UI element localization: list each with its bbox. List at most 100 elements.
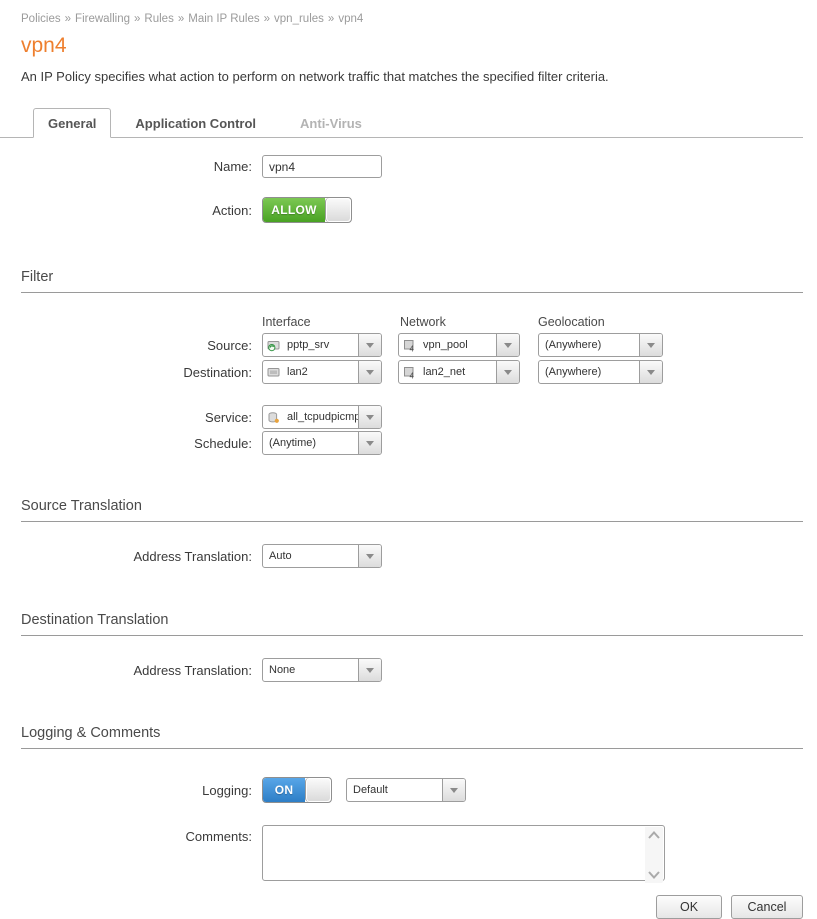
logging-label: Logging: bbox=[202, 782, 252, 798]
chevron-down-icon[interactable] bbox=[358, 545, 381, 567]
filter-column-headers: Interface Network Geolocation bbox=[262, 315, 817, 329]
source-row: Source: pptp_srv 4 vpn_pool (Anywhere) bbox=[0, 333, 817, 357]
dropdown-value: lan2 bbox=[287, 366, 308, 378]
comments-row: Comments: bbox=[0, 825, 817, 886]
source-address-translation-row: Address Translation: Auto bbox=[0, 544, 817, 568]
breadcrumb: Policies» Firewalling» Rules» Main IP Rules… bbox=[21, 13, 817, 25]
breadcrumb-item-policies[interactable]: Policies bbox=[21, 13, 61, 25]
service-dropdown[interactable]: all_tcpudpicmp bbox=[262, 405, 382, 429]
logging-toggle[interactable]: ON bbox=[262, 777, 332, 803]
dropdown-value: (Anywhere) bbox=[545, 339, 602, 351]
ipv4-network-icon: 4 bbox=[403, 339, 416, 352]
chevron-down-icon[interactable] bbox=[442, 779, 465, 801]
breadcrumb-separator: » bbox=[263, 13, 271, 25]
column-header-geolocation: Geolocation bbox=[538, 315, 605, 329]
svg-text:4: 4 bbox=[410, 344, 415, 352]
ipv4-network-icon: 4 bbox=[403, 366, 416, 379]
comments-label: Comments: bbox=[185, 829, 252, 844]
page-description: An IP Policy specifies what action to pe… bbox=[21, 69, 609, 84]
destination-address-translation-row: Address Translation: None bbox=[0, 658, 817, 682]
svg-text:4: 4 bbox=[410, 371, 415, 379]
filter-section-heading: Filter bbox=[21, 269, 803, 293]
column-header-network: Network bbox=[400, 315, 446, 329]
destination-translation-heading: Destination Translation bbox=[21, 612, 803, 636]
breadcrumb-item-main-ip-rules[interactable]: Main IP Rules bbox=[188, 13, 259, 25]
dropdown-value: lan2_net bbox=[423, 366, 466, 378]
source-label: Source: bbox=[207, 337, 252, 353]
destination-address-translation-dropdown[interactable]: None bbox=[262, 658, 382, 682]
action-toggle-label: ALLOW bbox=[263, 198, 325, 222]
source-interface-dropdown[interactable]: pptp_srv bbox=[262, 333, 382, 357]
interface-icon bbox=[267, 339, 280, 352]
logging-level-dropdown[interactable]: Default bbox=[346, 778, 466, 802]
tab-anti-virus: Anti-Virus bbox=[300, 116, 362, 131]
logging-row: Logging: ON Default bbox=[0, 777, 817, 803]
breadcrumb-item-vpn4: vpn4 bbox=[338, 13, 364, 25]
service-icon bbox=[267, 411, 280, 424]
chevron-down-icon[interactable] bbox=[358, 659, 381, 681]
schedule-row: Schedule: (Anytime) bbox=[0, 431, 817, 455]
breadcrumb-separator: » bbox=[327, 13, 335, 25]
tab-general[interactable]: General bbox=[33, 108, 112, 138]
destination-network-dropdown[interactable]: 4 lan2_net bbox=[398, 360, 520, 384]
breadcrumb-item-firewalling[interactable]: Firewalling bbox=[75, 13, 130, 25]
destination-row: Destination: lan2 4 lan2_net (Anywhere) bbox=[0, 360, 817, 384]
toggle-knob[interactable] bbox=[305, 778, 331, 802]
breadcrumb-item-vpn-rules[interactable]: vpn_rules bbox=[274, 13, 324, 25]
ok-button[interactable]: OK bbox=[656, 895, 722, 919]
page-title: vpn4 bbox=[21, 34, 67, 57]
interface-icon bbox=[267, 366, 280, 379]
breadcrumb-separator: » bbox=[134, 13, 141, 25]
chevron-down-icon[interactable] bbox=[648, 871, 660, 879]
schedule-label: Schedule: bbox=[194, 435, 252, 451]
source-address-translation-dropdown[interactable]: Auto bbox=[262, 544, 382, 568]
name-input[interactable] bbox=[262, 155, 382, 178]
dropdown-value: None bbox=[269, 664, 296, 676]
schedule-dropdown[interactable]: (Anytime) bbox=[262, 431, 382, 455]
chevron-down-icon[interactable] bbox=[358, 334, 381, 356]
chevron-down-icon[interactable] bbox=[639, 334, 662, 356]
chevron-down-icon[interactable] bbox=[496, 361, 519, 383]
chevron-down-icon[interactable] bbox=[358, 406, 381, 428]
destination-interface-dropdown[interactable]: lan2 bbox=[262, 360, 382, 384]
dropdown-value: all_tcpudpicmp bbox=[287, 411, 358, 423]
column-header-interface: Interface bbox=[262, 315, 311, 329]
service-row: Service: all_tcpudpicmp bbox=[0, 405, 817, 429]
logging-comments-heading: Logging & Comments bbox=[21, 725, 803, 749]
tab-application-control[interactable]: Application Control bbox=[121, 109, 270, 137]
dropdown-value: (Anywhere) bbox=[545, 366, 602, 378]
name-row: Name: bbox=[0, 155, 817, 178]
dropdown-value: vpn_pool bbox=[423, 339, 468, 351]
address-translation-label: Address Translation: bbox=[133, 662, 252, 678]
breadcrumb-separator: » bbox=[64, 13, 72, 25]
chevron-down-icon[interactable] bbox=[639, 361, 662, 383]
logging-toggle-label: ON bbox=[263, 778, 305, 802]
action-toggle[interactable]: ALLOW bbox=[262, 197, 352, 223]
source-translation-heading: Source Translation bbox=[21, 498, 803, 522]
chevron-down-icon[interactable] bbox=[358, 432, 381, 454]
chevron-down-icon[interactable] bbox=[496, 334, 519, 356]
action-label: Action: bbox=[212, 202, 252, 218]
destination-geolocation-dropdown[interactable]: (Anywhere) bbox=[538, 360, 663, 384]
footer-actions: OK Cancel bbox=[0, 895, 803, 919]
source-geolocation-dropdown[interactable]: (Anywhere) bbox=[538, 333, 663, 357]
breadcrumb-separator: » bbox=[177, 13, 185, 25]
action-row: Action: ALLOW bbox=[0, 197, 817, 223]
breadcrumb-item-rules[interactable]: Rules bbox=[144, 13, 173, 25]
dropdown-value: Auto bbox=[269, 550, 292, 562]
service-label: Service: bbox=[205, 409, 252, 425]
dropdown-value: pptp_srv bbox=[287, 339, 330, 351]
dropdown-value: Default bbox=[353, 784, 388, 796]
address-translation-label: Address Translation: bbox=[133, 548, 252, 564]
destination-label: Destination: bbox=[183, 364, 252, 380]
comments-textarea[interactable] bbox=[262, 825, 665, 881]
chevron-up-icon[interactable] bbox=[648, 831, 660, 839]
source-network-dropdown[interactable]: 4 vpn_pool bbox=[398, 333, 520, 357]
toggle-knob[interactable] bbox=[325, 198, 351, 222]
cancel-button[interactable]: Cancel bbox=[731, 895, 803, 919]
dropdown-value: (Anytime) bbox=[269, 437, 317, 449]
name-label: Name: bbox=[213, 159, 252, 174]
chevron-down-icon[interactable] bbox=[358, 361, 381, 383]
textarea-scrollbar[interactable] bbox=[645, 827, 663, 883]
tab-bar: General Application Control Anti-Virus bbox=[0, 108, 803, 138]
